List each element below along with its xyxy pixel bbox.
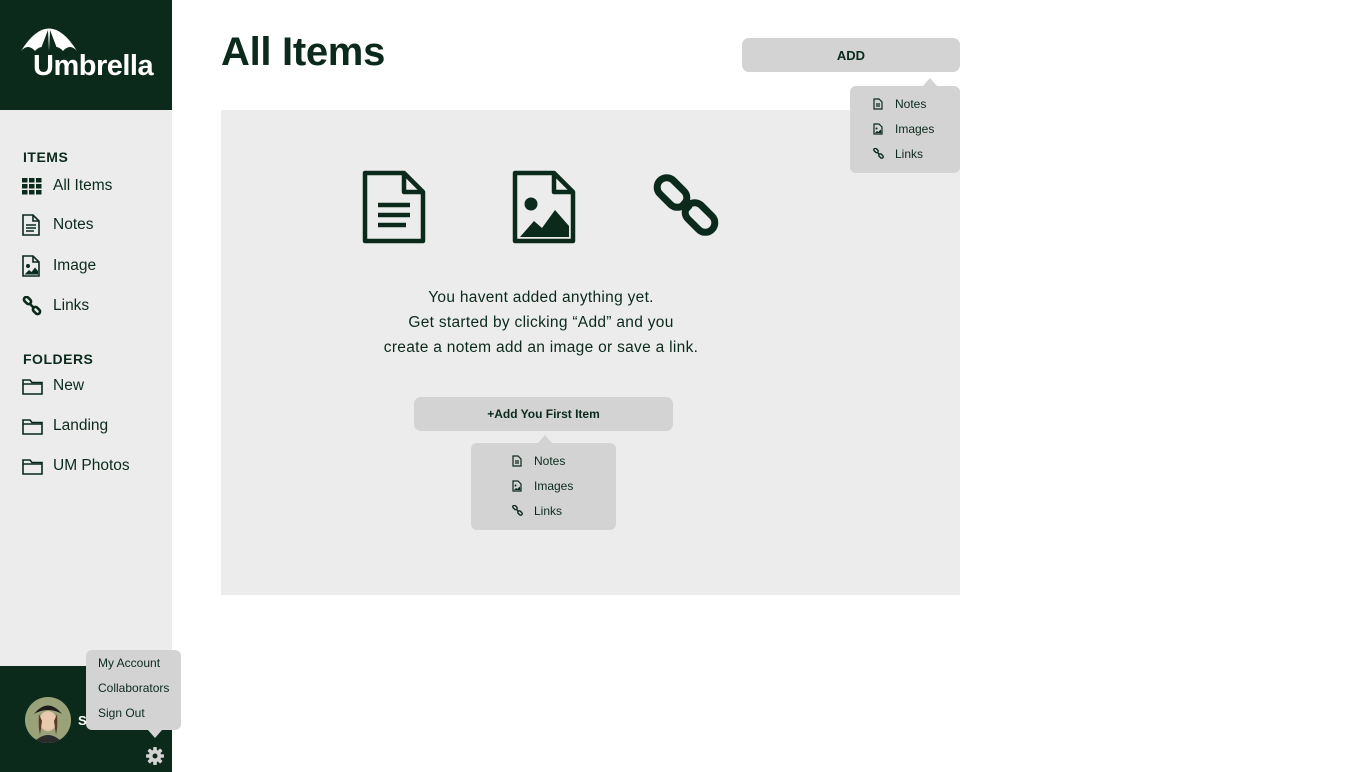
sidebar-item-links[interactable]: Links: [22, 294, 89, 318]
image-icon: [873, 123, 885, 135]
cta-menu-notes[interactable]: Notes: [512, 454, 565, 468]
document-icon: [512, 455, 524, 467]
add-menu-links[interactable]: Links: [873, 147, 923, 161]
link-icon: [22, 295, 44, 317]
add-menu-label: Images: [895, 122, 935, 136]
empty-line-3: create a notem add an image or save a li…: [383, 339, 699, 356]
sidebar-folder-um-photos[interactable]: UM Photos: [22, 454, 130, 478]
add-first-item-button[interactable]: +Add You First Item: [414, 397, 673, 431]
empty-line-2: Get started by clicking “Add” and you: [408, 314, 674, 331]
cta-menu-images[interactable]: Images: [512, 479, 573, 493]
cta-menu-label: Images: [534, 479, 574, 493]
image-icon: [22, 255, 44, 277]
brand-header: Umbrella: [0, 0, 172, 110]
cta-menu-links[interactable]: Links: [512, 504, 562, 518]
folder-icon: [22, 455, 44, 477]
add-button[interactable]: ADD: [742, 38, 960, 72]
image-icon: [512, 170, 576, 244]
page-title: All Items: [221, 30, 386, 74]
link-icon: [873, 148, 885, 160]
document-icon: [362, 170, 426, 244]
folder-icon: [22, 415, 44, 437]
account-menu-caret: [148, 730, 162, 738]
document-icon: [22, 214, 44, 236]
grid-icon: [22, 175, 44, 197]
sidebar-item-label: Links: [53, 297, 90, 314]
add-menu: Notes Images Links: [850, 86, 960, 173]
sidebar-item-notes[interactable]: Notes: [22, 213, 94, 237]
sidebar-item-label: All Items: [53, 177, 113, 194]
sidebar-folder-label: Landing: [53, 417, 109, 434]
add-menu-images[interactable]: Images: [873, 122, 934, 136]
sidebar-item-label: Notes: [53, 216, 94, 233]
image-icon: [512, 480, 524, 492]
avatar[interactable]: [25, 697, 71, 743]
add-menu-label: Notes: [895, 97, 927, 111]
sidebar-item-label: Image: [53, 257, 97, 274]
folder-icon: [22, 375, 44, 397]
sidebar-folder-label: UM Photos: [53, 457, 130, 474]
menu-item-my-account[interactable]: My Account: [98, 656, 160, 670]
sidebar-item-image[interactable]: Image: [22, 254, 96, 278]
account-menu: My Account Collaborators Sign Out: [86, 650, 181, 730]
menu-item-sign-out[interactable]: Sign Out: [98, 706, 145, 720]
gear-icon[interactable]: [145, 746, 165, 766]
empty-line-1: You havent added anything yet.: [428, 289, 654, 306]
sidebar-folder-label: New: [53, 377, 85, 394]
sidebar-folder-landing[interactable]: Landing: [22, 414, 108, 438]
empty-state-message: You havent added anything yet. Get start…: [300, 285, 782, 360]
menu-item-collaborators[interactable]: Collaborators: [98, 681, 169, 695]
add-menu-notes[interactable]: Notes: [873, 97, 926, 111]
sidebar-item-all-items[interactable]: All Items: [22, 174, 112, 198]
document-icon: [873, 98, 885, 110]
cta-menu: Notes Images Links: [471, 443, 616, 530]
sidebar-folder-new[interactable]: New: [22, 374, 84, 398]
items-section-title: ITEMS: [23, 149, 69, 165]
cta-menu-label: Notes: [534, 454, 566, 468]
link-icon: [512, 505, 524, 517]
brand-name: Umbrella: [33, 50, 154, 82]
cta-menu-label: Links: [534, 504, 563, 518]
folders-section-title: FOLDERS: [23, 351, 94, 367]
add-menu-label: Links: [895, 147, 924, 161]
link-icon: [653, 174, 719, 236]
